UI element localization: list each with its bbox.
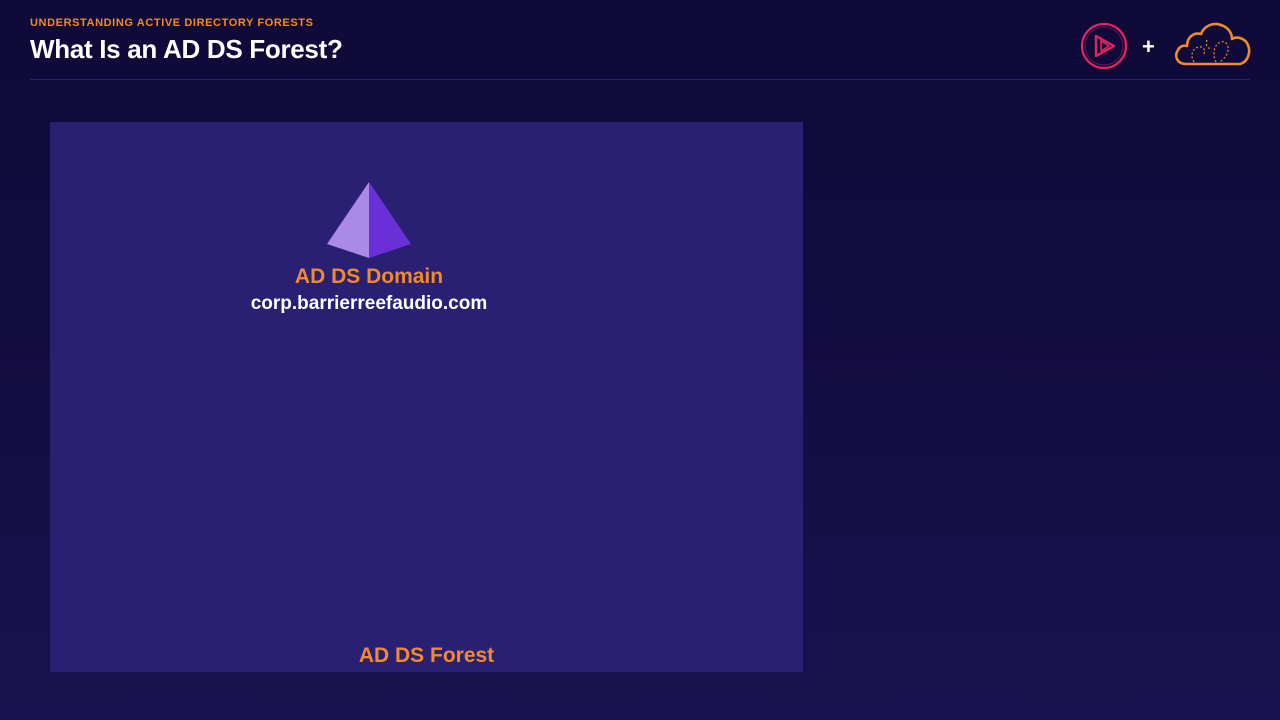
section-eyebrow: UNDERSTANDING ACTIVE DIRECTORY FORESTS xyxy=(30,17,314,29)
domain-name: corp.barrierreefaudio.com xyxy=(250,293,488,314)
forest-container: AD DS Domain corp.barrierreefaudio.com A… xyxy=(50,122,803,672)
cloud-logo-icon xyxy=(1174,22,1251,66)
slide-header: UNDERSTANDING ACTIVE DIRECTORY FORESTS W… xyxy=(30,16,1250,78)
pyramid-icon xyxy=(327,182,411,258)
domain-label: AD DS Domain xyxy=(294,265,444,288)
plus-sign: + xyxy=(1142,34,1155,59)
play-logo-icon xyxy=(1080,22,1128,70)
forest-label: AD DS Forest xyxy=(358,644,495,667)
header-divider xyxy=(30,79,1250,80)
slide-title: What Is an AD DS Forest? xyxy=(30,34,343,64)
logo-group: + xyxy=(1080,20,1252,72)
